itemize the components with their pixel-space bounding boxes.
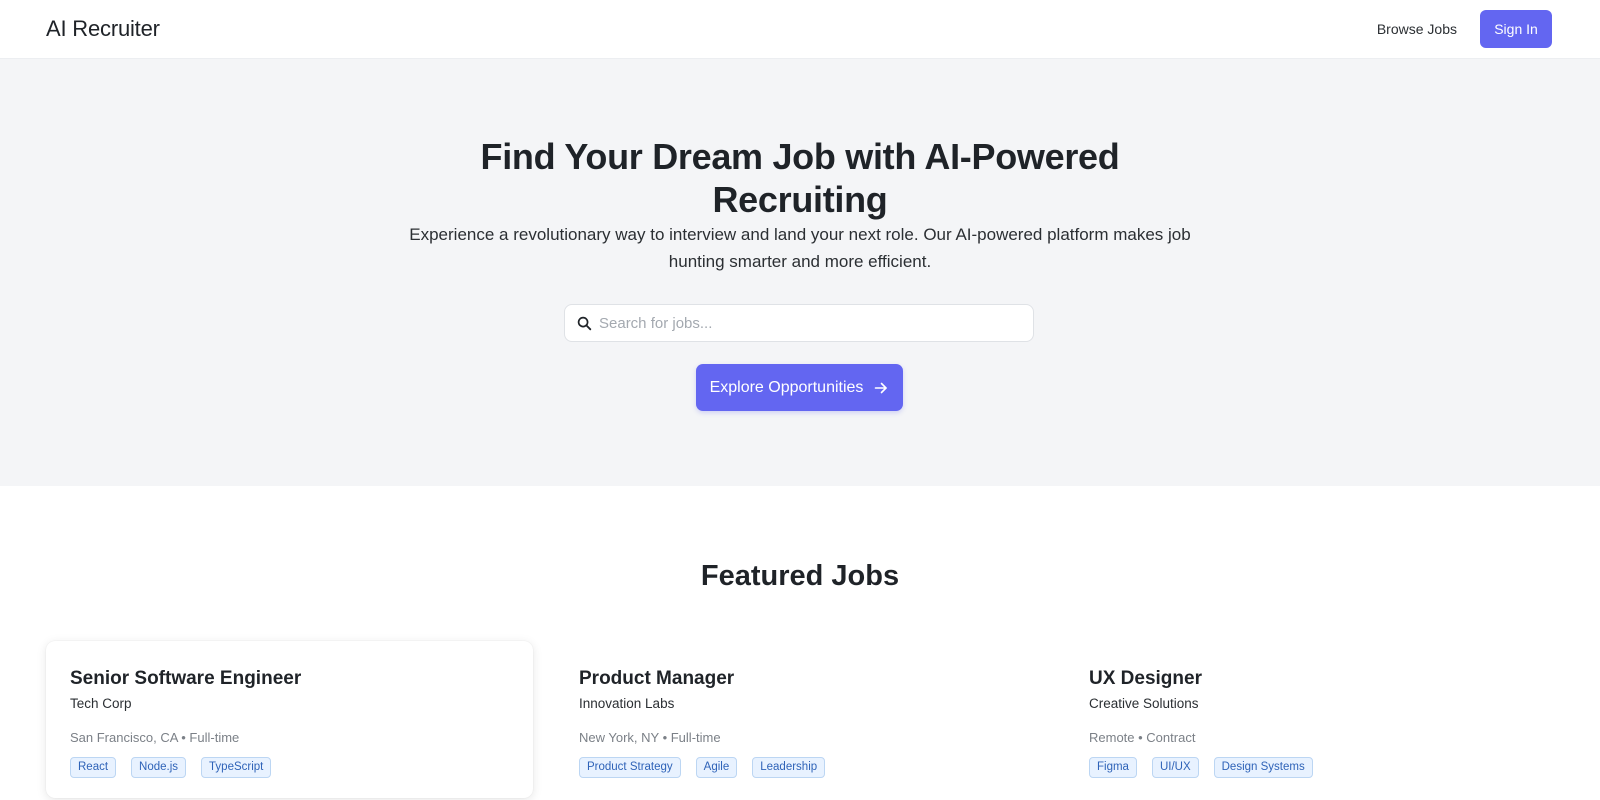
job-title[interactable]: UX Designer	[1089, 667, 1528, 691]
skill-tag: Design Systems	[1213, 757, 1313, 778]
featured-jobs-heading: Featured Jobs	[700, 560, 900, 592]
job-card[interactable]: Product Manager Innovation Labs New York…	[555, 641, 1042, 798]
browse-jobs-link[interactable]: Browse Jobs	[1377, 21, 1457, 37]
job-company: Innovation Labs	[579, 696, 675, 711]
skill-tag: TypeScript	[201, 757, 272, 778]
skill-tag: Figma	[1089, 757, 1137, 778]
sign-in-button[interactable]: Sign In	[1480, 10, 1552, 48]
job-card[interactable]: Senior Software Engineer Tech Corp San F…	[46, 641, 533, 798]
job-title[interactable]: Product Manager	[579, 667, 1018, 691]
job-company: Creative Solutions	[1089, 696, 1199, 711]
skill-tag: React	[70, 757, 117, 778]
job-tags: Figma UI/UX Design Systems	[1089, 757, 1528, 778]
header-nav: Browse Jobs Sign In	[1377, 10, 1552, 48]
hero-subtitle: Experience a revolutionary way to interv…	[409, 225, 1191, 271]
job-search-box[interactable]	[564, 304, 1034, 342]
top-navigation-bar: AI Recruiter Browse Jobs Sign In	[0, 0, 1600, 59]
brand-logo[interactable]: AI Recruiter	[46, 16, 160, 42]
job-location-type: Remote • Contract	[1089, 730, 1196, 745]
featured-jobs-list: Senior Software Engineer Tech Corp San F…	[46, 641, 1554, 800]
skill-tag: Node.js	[131, 757, 187, 778]
explore-button-label: Explore Opportunities	[709, 378, 864, 396]
hero-section: Find Your Dream Job with AI-Powered Recr…	[0, 59, 1600, 486]
arrow-right-icon	[873, 380, 889, 396]
job-title[interactable]: Senior Software Engineer	[70, 667, 509, 691]
explore-opportunities-button[interactable]: Explore Opportunities	[696, 364, 903, 411]
skill-tag: Leadership	[752, 757, 826, 778]
job-tags: Product Strategy Agile Leadership	[579, 757, 1018, 778]
search-icon	[576, 315, 592, 331]
job-location-type: New York, NY • Full-time	[579, 730, 721, 745]
skill-tag: Agile	[695, 757, 738, 778]
skill-tag: Product Strategy	[579, 757, 681, 778]
job-tags: React Node.js TypeScript	[70, 757, 509, 778]
job-location-type: San Francisco, CA • Full-time	[70, 730, 240, 745]
hero-title: Find Your Dream Job with AI-Powered Recr…	[480, 136, 1120, 220]
job-card[interactable]: UX Designer Creative Solutions Remote • …	[1065, 641, 1552, 798]
job-company: Tech Corp	[70, 696, 132, 711]
search-input[interactable]	[599, 308, 1019, 338]
skill-tag: UI/UX	[1151, 757, 1199, 778]
